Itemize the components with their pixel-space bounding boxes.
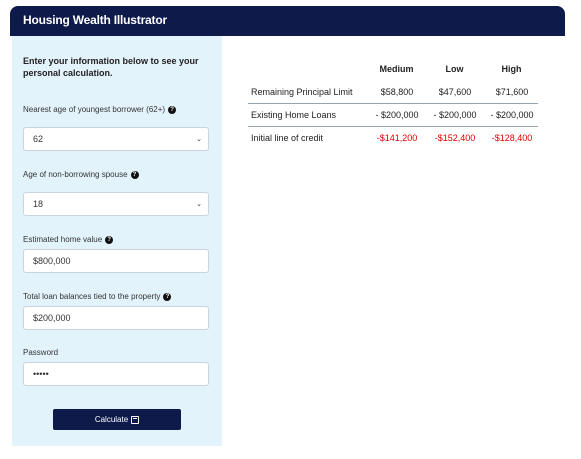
password-label: Password [23, 348, 58, 357]
loan-balance-label: Total loan balances tied to the property… [23, 292, 172, 301]
age-label: Nearest age of youngest borrower (62+) ? [23, 105, 177, 114]
column-header-high: High [501, 64, 522, 74]
question-circle-icon[interactable]: ? [105, 235, 114, 244]
home-value-label: Estimated home value ? [23, 235, 114, 244]
password-label-text: Password [23, 348, 59, 357]
question-circle-icon[interactable]: ? [163, 292, 172, 301]
age-label-text: Nearest age of youngest borrower (62+) [23, 105, 166, 114]
table-cell: - $200,000 [433, 110, 477, 120]
spouse-select-value: 18 [33, 199, 44, 209]
calculator-page: Housing Wealth Illustrator Enter your in… [0, 0, 581, 459]
home-value-label-text: Estimated home value [23, 235, 103, 244]
age-select[interactable]: 62 ⌄ [23, 127, 209, 151]
row-label: Remaining Principal Limit [251, 87, 353, 97]
table-cell: -$152,400 [434, 133, 476, 143]
calculate-button[interactable]: Calculate [53, 409, 181, 430]
password-text: ••••• [33, 369, 49, 379]
table-cell: $58,800 [380, 87, 414, 97]
loan-balance-text: $200,000 [33, 313, 71, 323]
table-cell: - $200,000 [375, 110, 419, 120]
question-circle-icon[interactable]: ? [130, 170, 139, 179]
loan-balance-label-text: Total loan balances tied to the property [23, 292, 161, 301]
form-intro: Enter your information below to see your… [23, 56, 199, 78]
spouse-label-text: Age of non-borrowing spouse [23, 170, 128, 179]
table-cell: -$128,400 [491, 133, 533, 143]
app-title: Housing Wealth Illustrator [23, 13, 167, 27]
table-cell: -$141,200 [376, 133, 418, 143]
question-circle-icon[interactable]: ? [168, 105, 177, 114]
table-row: Initial line of credit -$141,200 -$152,4… [248, 133, 548, 149]
row-divider [248, 103, 538, 104]
input-form-panel: Enter your information below to see your… [12, 36, 222, 446]
calculate-label: Calculate [94, 415, 129, 424]
spouse-label: Age of non-borrowing spouse ? [23, 170, 139, 179]
row-divider [248, 126, 538, 127]
password-input[interactable]: ••••• [23, 362, 209, 386]
row-label: Existing Home Loans [251, 110, 337, 120]
age-select-value: 62 [33, 134, 44, 144]
table-cell: $71,600 [495, 87, 529, 97]
chevron-down-icon: ⌄ [196, 201, 202, 208]
table-row: Remaining Principal Limit $58,800 $47,60… [248, 87, 548, 103]
table-row: Existing Home Loans - $200,000 - $200,00… [248, 110, 548, 126]
app-header: Housing Wealth Illustrator [10, 6, 565, 36]
home-value-text: $800,000 [33, 256, 71, 266]
calculator-icon [131, 415, 140, 424]
home-value-input[interactable]: $800,000 [23, 249, 209, 273]
row-label: Initial line of credit [251, 133, 324, 143]
chevron-down-icon: ⌄ [196, 136, 202, 143]
table-cell: $47,600 [438, 87, 472, 97]
spouse-select[interactable]: 18 ⌄ [23, 192, 209, 216]
table-cell: - $200,000 [490, 110, 534, 120]
column-header-medium: Medium [379, 64, 414, 74]
column-header-low: Low [445, 64, 464, 74]
loan-balance-input[interactable]: $200,000 [23, 306, 209, 330]
